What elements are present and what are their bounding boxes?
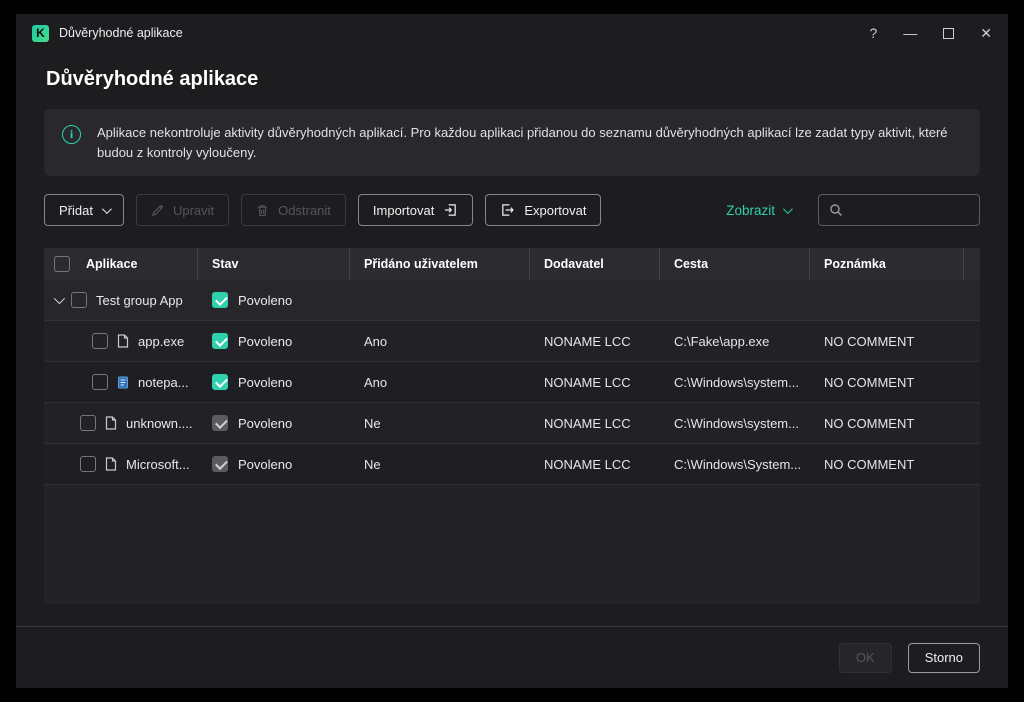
comment: NO COMMENT (810, 375, 964, 390)
ok-button[interactable]: OK (839, 643, 892, 673)
help-button[interactable]: ? (869, 25, 877, 41)
row-select-checkbox[interactable] (92, 374, 108, 390)
page-title: Důvěryhodné aplikace (16, 52, 1008, 109)
status-label: Povoleno (238, 293, 292, 308)
added-by-user: Ano (350, 334, 530, 349)
row-select-checkbox[interactable] (80, 415, 96, 431)
info-banner: i Aplikace nekontroluje aktivity důvěryh… (44, 109, 980, 176)
header-comment[interactable]: Poznámka (810, 248, 964, 280)
added-by-user: Ne (350, 457, 530, 472)
minimize-button[interactable]: — (903, 25, 917, 41)
vendor: NONAME LCC (530, 457, 660, 472)
collapse-chevron-icon[interactable] (54, 293, 65, 304)
maximize-button[interactable] (943, 28, 954, 39)
add-button[interactable]: Přidat (44, 194, 124, 226)
app-window: K Důvěryhodné aplikace ? — ✕ Důvěryhodné… (16, 14, 1008, 688)
app-name: app.exe (138, 334, 184, 349)
dialog-footer: OK Storno (16, 626, 1008, 688)
app-name: notepa... (138, 375, 189, 390)
toolbar: Přidat Upravit Odstranit Importovat (44, 194, 980, 226)
path: C:\Windows\system... (660, 375, 810, 390)
search-input[interactable] (851, 203, 969, 218)
app-name: unknown.... (126, 416, 193, 431)
row-select-checkbox[interactable] (80, 456, 96, 472)
delete-button-label: Odstranit (278, 203, 331, 218)
header-application[interactable]: Aplikace (80, 248, 198, 280)
applications-table: Aplikace Stav Přidáno uživatelem Dodavat… (44, 248, 980, 604)
file-icon (105, 457, 117, 471)
header-status[interactable]: Stav (198, 248, 350, 280)
status-label: Povoleno (238, 457, 292, 472)
added-by-user: Ne (350, 416, 530, 431)
kaspersky-logo-icon: K (32, 25, 49, 42)
status-checkbox[interactable] (212, 415, 228, 431)
row-select-checkbox[interactable] (92, 333, 108, 349)
export-button-label: Exportovat (524, 203, 586, 218)
file-icon (105, 416, 117, 430)
table-row[interactable]: notepa... Povoleno Ano NONAME LCC C:\Win… (44, 362, 980, 403)
close-button[interactable]: ✕ (980, 25, 992, 42)
status-checkbox[interactable] (212, 333, 228, 349)
import-icon (443, 203, 458, 217)
import-button-label: Importovat (373, 203, 434, 218)
view-dropdown-label: Zobrazit (726, 203, 775, 218)
row-select-checkbox[interactable] (71, 292, 87, 308)
vendor: NONAME LCC (530, 334, 660, 349)
table-row[interactable]: unknown.... Povoleno Ne NONAME LCC C:\Wi… (44, 403, 980, 444)
added-by-user: Ano (350, 375, 530, 390)
table-row[interactable]: Microsoft... Povoleno Ne NONAME LCC C:\W… (44, 444, 980, 485)
header-path[interactable]: Cesta (660, 248, 810, 280)
table-header: Aplikace Stav Přidáno uživatelem Dodavat… (44, 248, 980, 280)
header-vendor[interactable]: Dodavatel (530, 248, 660, 280)
edit-button-label: Upravit (173, 203, 214, 218)
edit-button[interactable]: Upravit (136, 194, 229, 226)
table-row[interactable]: app.exe Povoleno Ano NONAME LCC C:\Fake\… (44, 321, 980, 362)
search-box[interactable] (818, 194, 980, 226)
notepad-icon (117, 375, 129, 389)
status-checkbox[interactable] (212, 292, 228, 308)
group-name: Test group App (96, 293, 183, 308)
chevron-down-icon (102, 204, 112, 214)
vendor: NONAME LCC (530, 375, 660, 390)
status-label: Povoleno (238, 334, 292, 349)
status-label: Povoleno (238, 416, 292, 431)
header-added-by-user[interactable]: Přidáno uživatelem (350, 248, 530, 280)
file-icon (117, 334, 129, 348)
chevron-down-icon (783, 204, 793, 214)
path: C:\Fake\app.exe (660, 334, 810, 349)
import-button[interactable]: Importovat (358, 194, 473, 226)
select-all-checkbox[interactable] (54, 256, 70, 272)
export-icon (500, 203, 515, 217)
status-checkbox[interactable] (212, 374, 228, 390)
view-dropdown[interactable]: Zobrazit (726, 203, 790, 218)
comment: NO COMMENT (810, 457, 964, 472)
export-button[interactable]: Exportovat (485, 194, 601, 226)
info-icon: i (62, 125, 81, 144)
search-icon (829, 203, 843, 217)
table-row-group[interactable]: Test group App Povoleno (44, 280, 980, 321)
path: C:\Windows\System... (660, 457, 810, 472)
comment: NO COMMENT (810, 334, 964, 349)
info-banner-text: Aplikace nekontroluje aktivity důvěryhod… (97, 123, 962, 162)
cancel-button[interactable]: Storno (908, 643, 980, 673)
vendor: NONAME LCC (530, 416, 660, 431)
window-title: Důvěryhodné aplikace (59, 26, 183, 40)
header-gutter (964, 248, 980, 280)
trash-icon (256, 204, 269, 217)
titlebar: K Důvěryhodné aplikace ? — ✕ (16, 14, 1008, 52)
path: C:\Windows\system... (660, 416, 810, 431)
app-name: Microsoft... (126, 457, 190, 472)
comment: NO COMMENT (810, 416, 964, 431)
pencil-icon (151, 204, 164, 217)
add-button-label: Přidat (59, 203, 93, 218)
status-label: Povoleno (238, 375, 292, 390)
status-checkbox[interactable] (212, 456, 228, 472)
delete-button[interactable]: Odstranit (241, 194, 346, 226)
